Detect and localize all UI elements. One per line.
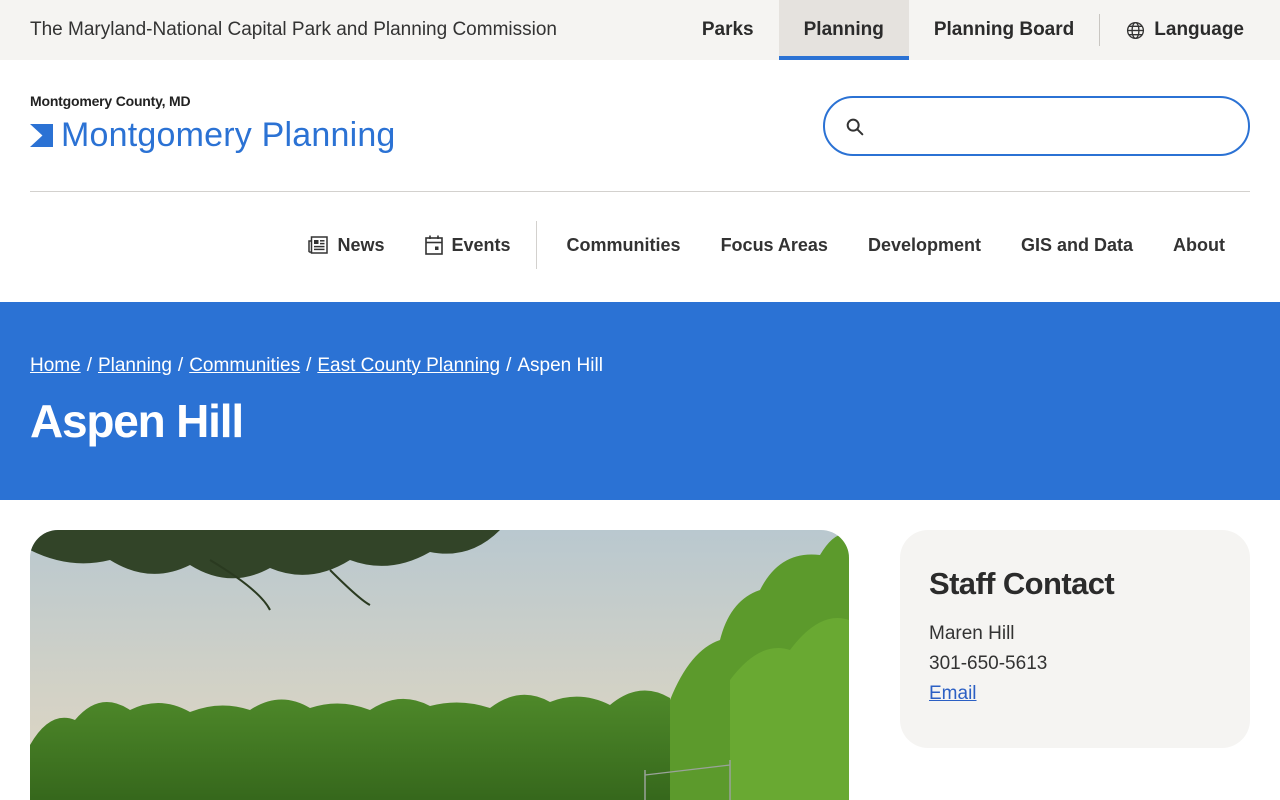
search-icon xyxy=(846,118,864,136)
top-nav-parks[interactable]: Parks xyxy=(677,0,779,60)
staff-contact-heading: Staff Contact xyxy=(929,566,1115,601)
staff-contact-name: Maren Hill xyxy=(929,623,1015,644)
search-box[interactable] xyxy=(823,96,1250,156)
calendar-icon xyxy=(424,235,443,255)
nav-events-label: Events xyxy=(451,234,511,255)
hero-banner: Home / Planning / Communities / East Cou… xyxy=(0,302,1280,500)
nav-news[interactable]: News xyxy=(308,235,404,256)
main-nav-divider xyxy=(535,221,537,269)
staff-contact-phone: 301-650-5613 xyxy=(929,653,1048,674)
globe-icon xyxy=(1127,21,1145,39)
breadcrumb-separator: / xyxy=(506,355,512,376)
nav-gis-and-data[interactable]: GIS and Data xyxy=(1001,235,1153,256)
breadcrumb-east-county-planning[interactable]: East County Planning xyxy=(317,355,500,377)
brand-logo-link[interactable]: Montgomery Planning xyxy=(30,116,396,155)
staff-contact-card: Staff Contact Maren Hill 301-650-5613 Em… xyxy=(900,530,1250,748)
nav-focus-areas[interactable]: Focus Areas xyxy=(701,235,848,256)
brand-subtitle: Montgomery County, MD xyxy=(30,93,191,109)
nav-about[interactable]: About xyxy=(1153,235,1250,256)
nav-development[interactable]: Development xyxy=(848,235,1001,256)
breadcrumb-home[interactable]: Home xyxy=(30,355,81,377)
breadcrumb-separator: / xyxy=(306,355,312,376)
montgomery-planning-logo-icon xyxy=(30,124,53,147)
brand-name: Montgomery Planning xyxy=(61,116,396,154)
search-input[interactable] xyxy=(879,108,1229,144)
park-landscape-image xyxy=(30,530,849,800)
top-nav: Parks Planning Planning Board Language xyxy=(677,0,1280,60)
page-title: Aspen Hill xyxy=(30,395,244,447)
breadcrumb: Home / Planning / Communities / East Cou… xyxy=(30,355,603,377)
hero-photo xyxy=(30,530,849,800)
top-utility-bar: The Maryland-National Capital Park and P… xyxy=(0,0,1280,60)
breadcrumb-separator: / xyxy=(177,355,184,376)
main-nav: News Events Communities Focus Areas Deve… xyxy=(308,221,1250,269)
top-nav-planning-board[interactable]: Planning Board xyxy=(909,0,1099,60)
header-divider xyxy=(30,191,1250,192)
staff-contact-email-link[interactable]: Email xyxy=(929,683,977,705)
org-name[interactable]: The Maryland-National Capital Park and P… xyxy=(30,19,557,41)
nav-communities[interactable]: Communities xyxy=(547,235,701,256)
language-label: Language xyxy=(1154,19,1244,40)
breadcrumb-communities[interactable]: Communities xyxy=(189,355,300,377)
top-nav-planning[interactable]: Planning xyxy=(778,0,910,60)
nav-news-label: News xyxy=(337,234,385,255)
breadcrumb-planning[interactable]: Planning xyxy=(98,355,172,377)
breadcrumb-current: Aspen Hill xyxy=(517,355,603,376)
nav-events[interactable]: Events xyxy=(405,235,531,256)
newspaper-icon xyxy=(308,236,329,254)
breadcrumb-separator: / xyxy=(86,355,92,376)
language-button[interactable]: Language xyxy=(1100,0,1280,60)
